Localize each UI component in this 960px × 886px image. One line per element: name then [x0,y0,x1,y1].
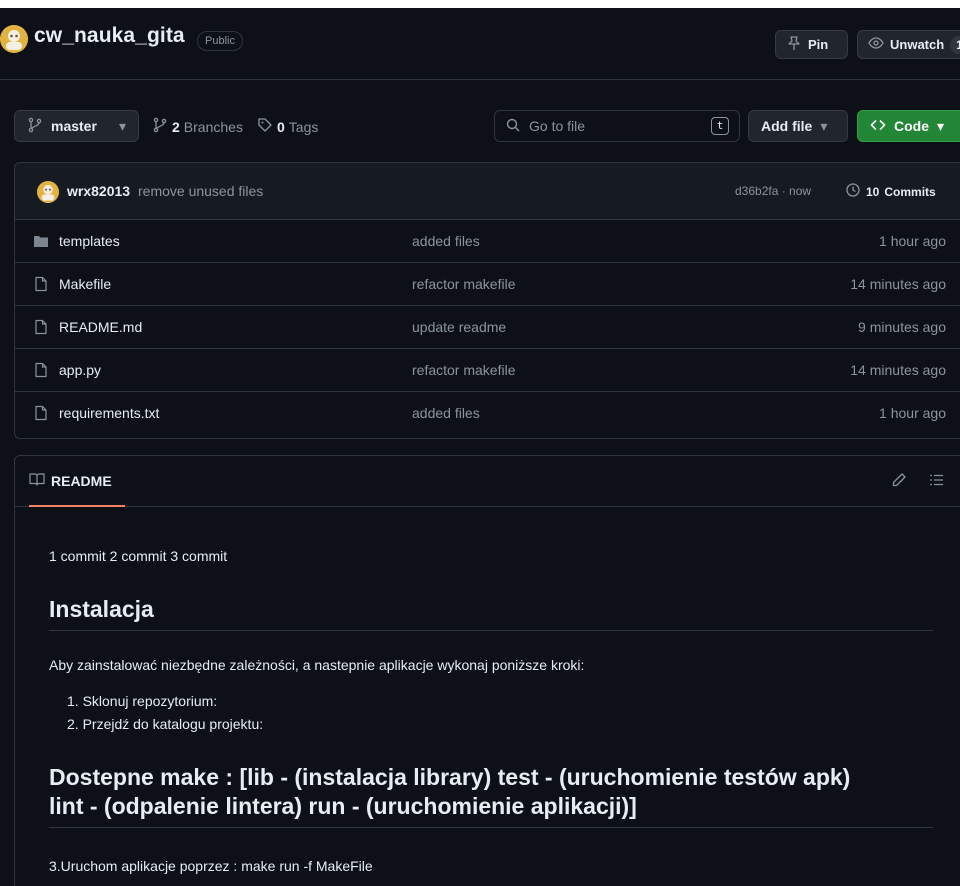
repo-name[interactable]: cw_nauka_gita [34,24,185,48]
list-item: 1. Sklonuj repozytorium: [67,693,218,709]
file-commit-message[interactable]: added files [412,405,480,421]
owner-avatar[interactable] [0,25,28,53]
file-commit-message[interactable]: update readme [412,319,506,335]
readme-paragraph-commits: 1 commit 2 commit 3 commit [49,548,228,564]
keyboard-shortcut-hint: t [711,117,729,135]
file-icon [33,319,49,340]
file-browser: wrx82013 remove unused files d36b2fa · n… [14,162,960,439]
pin-button[interactable]: Pin [775,30,848,59]
pencil-icon[interactable] [891,472,907,493]
list-unordered-icon[interactable] [929,472,945,493]
repo-page: cw_nauka_gita Public Pin Unwatch 1 maste… [0,8,960,886]
file-name[interactable]: requirements.txt [59,405,159,421]
caret-down-icon: ▾ [118,117,126,134]
readme-heading-make-line1: Dostepne make : [lib - (instalacja libra… [49,764,851,790]
file-commit-message[interactable]: refactor makefile [412,362,515,378]
commits-history-link[interactable]: 10 Commits [845,182,936,201]
readme-heading-instalacja: Instalacja [49,595,933,631]
file-commit-time: 1 hour ago [879,405,946,421]
file-commit-time: 1 hour ago [879,233,946,249]
branches-link[interactable]: 2 Branches [152,117,243,136]
readme-panel: README 1 commit 2 commit 3 commit Instal… [14,455,960,886]
pin-icon [786,35,802,54]
unwatch-label: Unwatch [890,37,945,52]
file-icon [33,405,49,426]
branch-select-button[interactable]: master ▾ [14,110,139,142]
search-icon [505,117,521,136]
readme-tab[interactable]: README [29,456,125,507]
tags-label: Tags [288,118,319,135]
file-name[interactable]: templates [59,233,120,249]
tag-icon [257,117,273,136]
add-file-button[interactable]: Add file ▾ [748,110,848,142]
book-icon [29,471,45,490]
commit-author-avatar[interactable] [37,181,59,203]
repo-header: cw_nauka_gita Public Pin Unwatch 1 [0,8,960,80]
file-row-requirements[interactable]: requirements.txt added files 1 hour ago [15,392,960,435]
file-icon [33,362,49,383]
commit-author[interactable]: wrx82013 [67,183,130,199]
branches-label: Branches [183,118,243,135]
add-file-label: Add file [761,118,813,134]
readme-paragraph-install: Aby zainstalować niezbędne zależności, a… [49,657,585,673]
readme-paragraph-run: 3.Uruchom aplikacje poprzez : make run -… [49,858,373,874]
history-icon [845,182,861,201]
file-commit-time: 14 minutes ago [850,362,946,378]
caret-down-icon: ▾ [937,117,945,134]
commit-message[interactable]: remove unused files [138,183,263,199]
tags-link[interactable]: 0 Tags [257,117,318,136]
readme-heading-make: Dostepne make : [lib - (instalacja libra… [49,763,933,828]
folder-icon [33,233,49,254]
repo-toolbar: master ▾ 2 Branches 0 Tags Go to file t [0,110,960,144]
commits-label: Commits [884,184,936,199]
latest-commit-bar: wrx82013 remove unused files d36b2fa · n… [15,163,960,220]
caret-down-icon: ▾ [820,117,828,134]
readme-heading-make-line2: lint - (odpalenie lintera) run - (urucho… [49,793,637,819]
code-label: Code [894,118,929,134]
unwatch-button[interactable]: Unwatch 1 [857,30,960,59]
file-commit-time: 9 minutes ago [858,319,946,335]
code-button[interactable]: Code ▾ [857,110,960,142]
file-commit-message[interactable]: refactor makefile [412,276,515,292]
file-row-readme[interactable]: README.md update readme 9 minutes ago [15,306,960,349]
eye-icon [868,35,884,54]
file-commit-message[interactable]: added files [412,233,480,249]
readme-steps-list: 1. Sklonuj repozytorium: 2. Przejdź do k… [67,690,263,736]
list-item: 2. Przejdź do katalogu projektu: [67,716,264,732]
visibility-badge: Public [197,31,243,51]
readme-header: README [15,456,960,507]
file-row-templates[interactable]: templates added files 1 hour ago [15,220,960,263]
go-to-file-input[interactable]: Go to file t [494,110,740,142]
file-row-makefile[interactable]: Makefile refactor makefile 14 minutes ag… [15,263,960,306]
go-to-file-placeholder: Go to file [529,118,586,134]
git-branch-icon [27,117,43,136]
file-commit-time: 14 minutes ago [850,276,946,292]
pin-label: Pin [808,37,829,52]
git-branch-icon [152,117,168,136]
commits-count: 10 [866,184,880,199]
watch-count: 1 [950,35,960,54]
file-name[interactable]: README.md [59,319,142,335]
file-icon [33,276,49,297]
readme-tab-label: README [51,472,112,489]
branches-count: 2 [172,118,180,135]
tags-count: 0 [277,118,285,135]
file-name[interactable]: app.py [59,362,101,378]
branch-name: master [51,118,97,134]
file-name[interactable]: Makefile [59,276,111,292]
file-row-app-py[interactable]: app.py refactor makefile 14 minutes ago [15,349,960,392]
commit-hash-time[interactable]: d36b2fa · now [735,184,811,198]
code-icon [870,117,886,136]
